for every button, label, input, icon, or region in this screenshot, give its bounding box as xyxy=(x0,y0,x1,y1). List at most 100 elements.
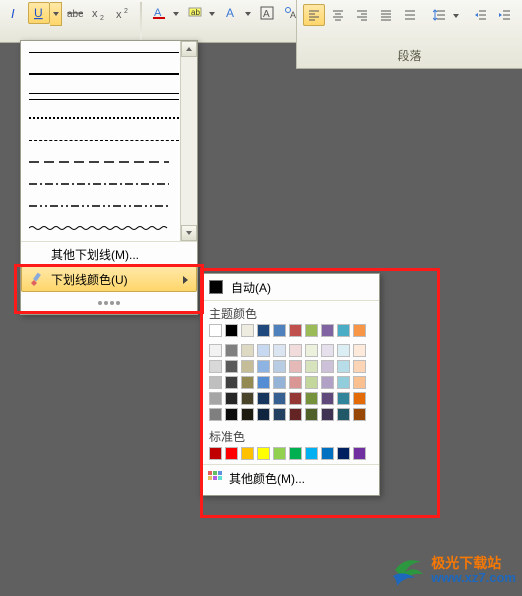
color-swatch[interactable] xyxy=(257,376,270,389)
align-justify-button[interactable] xyxy=(375,4,397,26)
color-swatch[interactable] xyxy=(241,392,254,405)
line-spacing-button[interactable] xyxy=(429,4,463,28)
auto-color-item[interactable]: 自动(A) xyxy=(201,274,379,301)
highlight-button[interactable]: ab xyxy=(184,2,218,26)
color-swatch[interactable] xyxy=(353,324,366,337)
font-color-button[interactable]: A xyxy=(148,2,182,26)
underline-dropdown[interactable] xyxy=(50,2,62,26)
color-swatch[interactable] xyxy=(225,376,238,389)
color-swatch[interactable] xyxy=(257,360,270,373)
subscript-button[interactable]: x2 xyxy=(88,2,110,24)
color-swatch[interactable] xyxy=(225,447,238,460)
color-swatch[interactable] xyxy=(209,360,222,373)
color-swatch[interactable] xyxy=(305,447,318,460)
color-swatch[interactable] xyxy=(289,376,302,389)
scroll-track[interactable] xyxy=(181,57,197,225)
color-swatch[interactable] xyxy=(321,344,334,357)
strikethrough-button[interactable]: abe xyxy=(64,2,86,24)
underline-style-dot-dash[interactable] xyxy=(29,173,179,195)
more-colors-item[interactable]: 其他颜色(M)... xyxy=(201,464,379,491)
color-swatch[interactable] xyxy=(321,324,334,337)
color-swatch[interactable] xyxy=(273,344,286,357)
color-swatch[interactable] xyxy=(273,324,286,337)
underline-split-button[interactable]: U xyxy=(28,2,62,26)
color-swatch[interactable] xyxy=(337,344,350,357)
color-swatch[interactable] xyxy=(321,408,334,421)
color-swatch[interactable] xyxy=(305,392,318,405)
align-left-button[interactable] xyxy=(303,4,325,26)
color-swatch[interactable] xyxy=(337,324,350,337)
color-swatch[interactable] xyxy=(337,376,350,389)
increase-indent-button[interactable] xyxy=(494,4,516,26)
align-distribute-button[interactable] xyxy=(399,4,421,26)
color-swatch[interactable] xyxy=(305,408,318,421)
color-swatch[interactable] xyxy=(353,360,366,373)
color-swatch[interactable] xyxy=(289,392,302,405)
color-swatch[interactable] xyxy=(337,392,350,405)
color-swatch[interactable] xyxy=(257,408,270,421)
color-swatch[interactable] xyxy=(289,360,302,373)
scroll-down-button[interactable] xyxy=(181,225,197,241)
color-swatch[interactable] xyxy=(225,344,238,357)
underline-color-item[interactable]: 下划线颜色(U) xyxy=(21,266,197,292)
underline-style-long-dash[interactable] xyxy=(29,151,179,173)
color-swatch[interactable] xyxy=(305,324,318,337)
color-swatch[interactable] xyxy=(257,324,270,337)
char-shading-button[interactable]: A xyxy=(220,2,254,26)
superscript-button[interactable]: x2 xyxy=(112,2,134,24)
color-swatch[interactable] xyxy=(305,360,318,373)
color-swatch[interactable] xyxy=(209,344,222,357)
align-center-button[interactable] xyxy=(327,4,349,26)
color-swatch[interactable] xyxy=(273,447,286,460)
color-swatch[interactable] xyxy=(289,344,302,357)
underline-style-thick[interactable] xyxy=(29,63,179,85)
color-swatch[interactable] xyxy=(257,344,270,357)
color-swatch[interactable] xyxy=(209,376,222,389)
color-swatch[interactable] xyxy=(337,408,350,421)
color-swatch[interactable] xyxy=(321,447,334,460)
color-swatch[interactable] xyxy=(337,360,350,373)
color-swatch[interactable] xyxy=(353,392,366,405)
color-swatch[interactable] xyxy=(209,324,222,337)
color-swatch[interactable] xyxy=(289,324,302,337)
color-swatch[interactable] xyxy=(257,447,270,460)
color-swatch[interactable] xyxy=(273,392,286,405)
underline-style-dashed[interactable] xyxy=(29,129,179,151)
color-swatch[interactable] xyxy=(321,392,334,405)
color-swatch[interactable] xyxy=(257,392,270,405)
color-swatch[interactable] xyxy=(241,447,254,460)
color-swatch[interactable] xyxy=(353,408,366,421)
color-swatch[interactable] xyxy=(321,376,334,389)
color-swatch[interactable] xyxy=(353,447,366,460)
color-swatch[interactable] xyxy=(241,376,254,389)
char-border-button[interactable]: A xyxy=(256,2,278,24)
color-swatch[interactable] xyxy=(353,376,366,389)
color-swatch[interactable] xyxy=(337,447,350,460)
color-swatch[interactable] xyxy=(305,344,318,357)
color-swatch[interactable] xyxy=(209,408,222,421)
color-swatch[interactable] xyxy=(273,360,286,373)
color-swatch[interactable] xyxy=(289,447,302,460)
decrease-indent-button[interactable] xyxy=(470,4,492,26)
color-swatch[interactable] xyxy=(225,392,238,405)
color-swatch[interactable] xyxy=(305,376,318,389)
scroll-up-button[interactable] xyxy=(181,41,197,57)
underline-style-thin[interactable] xyxy=(29,41,179,63)
color-swatch[interactable] xyxy=(241,324,254,337)
color-swatch[interactable] xyxy=(209,392,222,405)
color-swatch[interactable] xyxy=(225,324,238,337)
color-swatch[interactable] xyxy=(209,447,222,460)
underline-button[interactable]: U xyxy=(28,2,50,24)
underline-style-wave[interactable] xyxy=(29,217,179,239)
color-swatch[interactable] xyxy=(289,408,302,421)
color-swatch[interactable] xyxy=(273,376,286,389)
italic-button[interactable]: I xyxy=(4,2,26,24)
color-swatch[interactable] xyxy=(241,360,254,373)
underline-style-dotted[interactable] xyxy=(29,107,179,129)
color-swatch[interactable] xyxy=(273,408,286,421)
scrollbar[interactable] xyxy=(180,41,197,241)
underline-style-double[interactable] xyxy=(29,85,179,107)
color-swatch[interactable] xyxy=(353,344,366,357)
color-swatch[interactable] xyxy=(241,408,254,421)
color-swatch[interactable] xyxy=(241,344,254,357)
